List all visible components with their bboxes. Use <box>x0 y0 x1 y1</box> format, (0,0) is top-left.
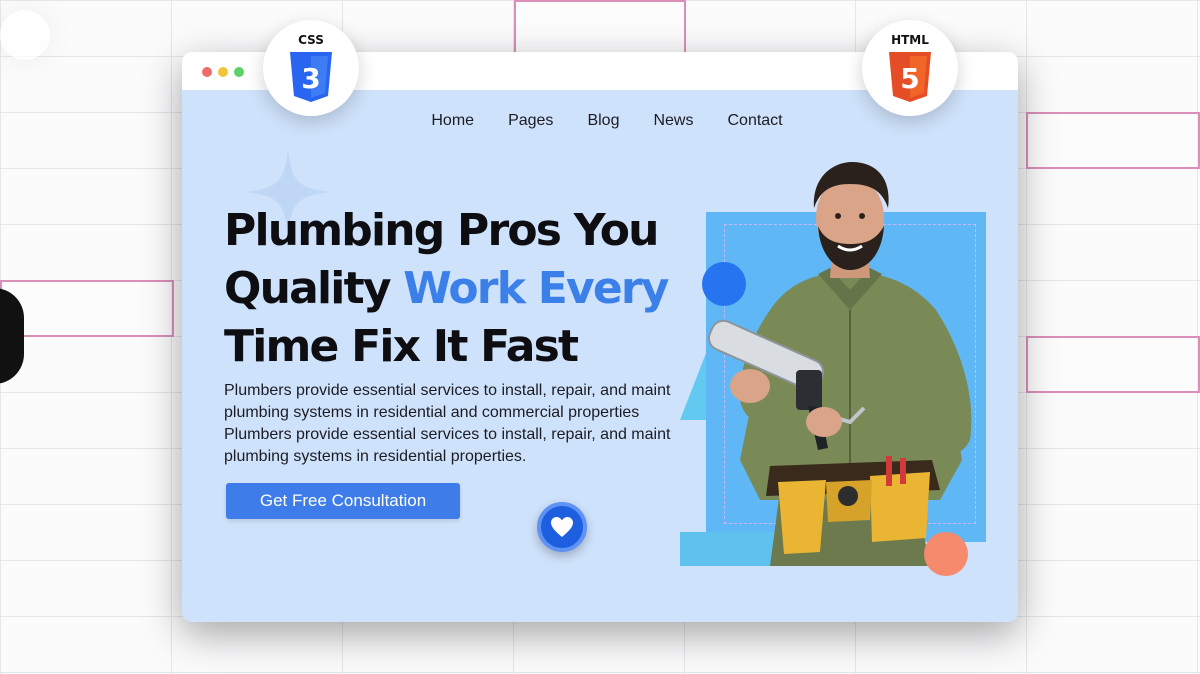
nav-blog[interactable]: Blog <box>587 112 619 130</box>
minimize-window-dot[interactable] <box>218 67 228 77</box>
html-badge-label: HTML <box>891 32 929 47</box>
html5-shield-icon: 5 <box>889 51 931 102</box>
css-shield-number: 3 <box>301 62 320 95</box>
favorite-button[interactable] <box>537 502 587 552</box>
plumber-photo <box>707 162 972 566</box>
decor-orange-dot <box>924 532 968 576</box>
nav-contact[interactable]: Contact <box>727 112 782 130</box>
background-circle <box>0 10 50 60</box>
background-frame <box>1026 336 1200 393</box>
maximize-window-dot[interactable] <box>234 67 244 77</box>
nav-pages[interactable]: Pages <box>508 112 553 130</box>
css-badge-label: CSS <box>298 32 324 47</box>
headline-accent: Work Every <box>403 263 669 314</box>
heart-icon <box>551 517 573 537</box>
nav-home[interactable]: Home <box>431 112 474 130</box>
css3-badge: CSS 3 <box>263 20 359 116</box>
background-frame <box>1026 112 1200 169</box>
browser-window: Home Pages Blog News Contact Plumbing Pr… <box>182 52 1018 622</box>
hero-headline: Plumbing Pros You Quality Work Every Tim… <box>224 202 684 376</box>
background-frame <box>514 0 686 54</box>
headline-line-2: Quality <box>224 263 404 314</box>
headline-line-3: Time Fix It Fast <box>224 321 579 372</box>
get-free-consultation-button[interactable]: Get Free Consultation <box>226 483 460 519</box>
html5-badge: HTML 5 <box>862 20 958 116</box>
css3-shield-icon: 3 <box>290 51 332 102</box>
close-window-dot[interactable] <box>202 67 212 77</box>
background-frame <box>0 280 174 337</box>
headline-line-1: Plumbing Pros You <box>224 205 659 256</box>
nav-news[interactable]: News <box>653 112 693 130</box>
hero-description: Plumbers provide essential services to i… <box>224 382 671 465</box>
hero-image-area <box>680 160 1000 590</box>
html-shield-number: 5 <box>900 62 919 95</box>
